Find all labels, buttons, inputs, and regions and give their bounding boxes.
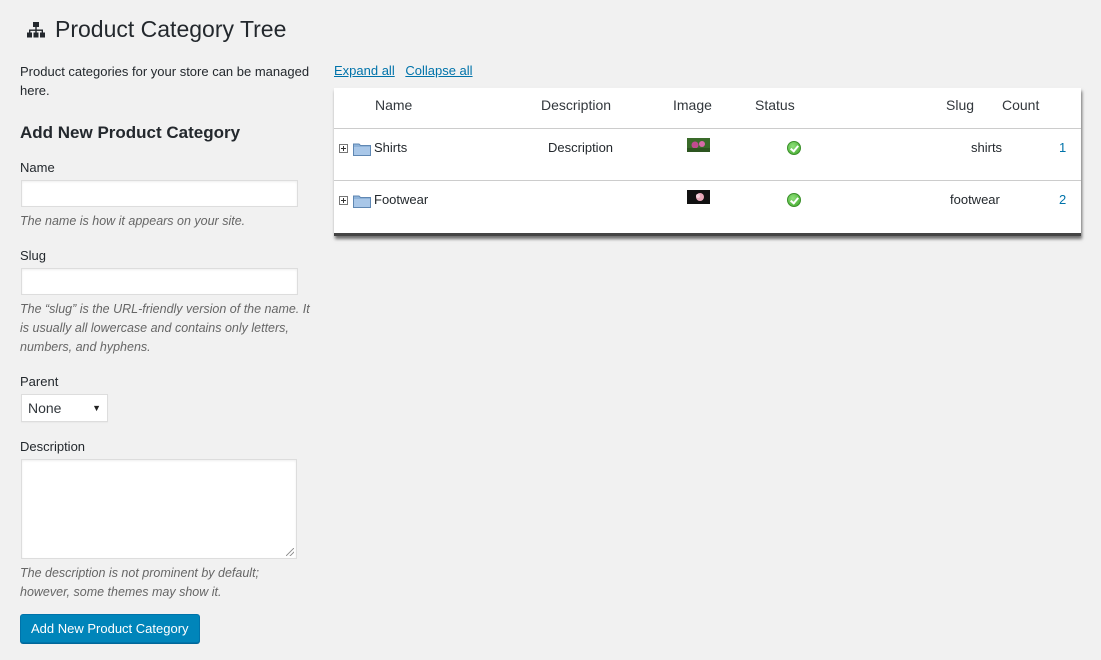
expand-all-link[interactable]: Expand all [334, 63, 395, 78]
parent-select[interactable]: None ▼ [21, 394, 108, 422]
add-category-form: Product categories for your store can be… [20, 62, 310, 643]
add-category-button[interactable]: Add New Product Category [20, 614, 200, 643]
active-check-icon [787, 193, 801, 207]
intro-text: Product categories for your store can be… [20, 64, 310, 98]
footwear-thumbnail [687, 190, 710, 204]
category-name[interactable]: Shirts [374, 140, 407, 155]
shirts-thumbnail [687, 138, 710, 152]
name-input[interactable] [21, 180, 298, 207]
category-name[interactable]: Footwear [374, 192, 428, 207]
page-header: Product Category Tree [26, 16, 286, 43]
form-heading: Add New Product Category [20, 123, 241, 142]
slug-label: Slug [20, 248, 47, 263]
expand-plus-icon[interactable] [339, 196, 348, 205]
resize-handle-icon[interactable] [286, 548, 294, 556]
category-tree-table: Name Description Image Status Slug Count… [334, 88, 1081, 236]
table-header: Name Description Image Status Slug Count [334, 88, 1081, 129]
column-header-image: Image [673, 97, 712, 113]
parent-label: Parent [20, 374, 59, 389]
category-slug: footwear [950, 192, 1000, 207]
column-header-slug: Slug [946, 97, 975, 113]
collapse-all-link[interactable]: Collapse all [405, 63, 472, 78]
table-row[interactable]: Shirts Description shirts 1 [334, 129, 1081, 181]
parent-selected-value: None [28, 400, 62, 416]
category-count[interactable]: 2 [1059, 192, 1066, 207]
description-textarea[interactable] [21, 459, 297, 559]
column-header-name: Name [375, 97, 413, 113]
slug-help: The “slug” is the URL-friendly version o… [20, 302, 310, 354]
name-help: The name is how it appears on your site. [20, 214, 246, 228]
category-description: Description [548, 140, 614, 155]
description-help: The description is not prominent by defa… [20, 566, 260, 599]
chevron-down-icon: ▼ [92, 403, 101, 413]
folder-icon [353, 195, 371, 208]
column-header-status: Status [755, 97, 795, 113]
slug-input[interactable] [21, 268, 298, 295]
tree-controls: Expand all Collapse all [334, 63, 480, 78]
category-slug: shirts [971, 140, 1003, 155]
page-title: Product Category Tree [55, 16, 287, 42]
folder-icon [353, 143, 371, 156]
expand-plus-icon[interactable] [339, 144, 348, 153]
description-label: Description [20, 439, 86, 454]
sitemap-icon [26, 20, 46, 40]
column-header-count: Count [1002, 97, 1040, 113]
category-count[interactable]: 1 [1059, 140, 1066, 155]
name-label: Name [20, 160, 55, 175]
table-row[interactable]: Footwear footwear 2 [334, 181, 1081, 233]
active-check-icon [787, 141, 801, 155]
column-header-description: Description [541, 97, 612, 113]
